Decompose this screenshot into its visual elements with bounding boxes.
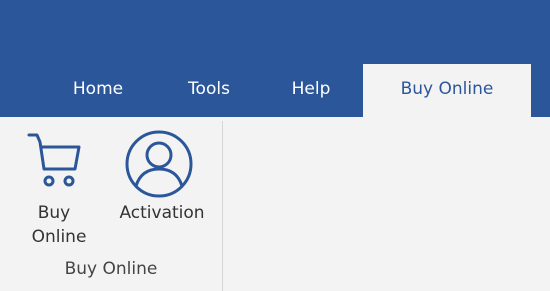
activation-button[interactable]: Activation [112, 117, 220, 255]
app-window: Home Tools Help Buy Online Buy Online Ac… [0, 0, 550, 291]
ribbon-group-label: Buy Online [64, 259, 158, 279]
buy-online-button-label-line2: Online [31, 227, 87, 247]
ribbon-tab-bar: Home Tools Help Buy Online [0, 61, 550, 120]
ribbon-group-buy-online: Buy Online Activation Buy Online [0, 117, 222, 291]
activation-button-label: Activation [119, 203, 205, 223]
user-circle-icon [125, 130, 193, 198]
shopping-cart-icon [27, 133, 81, 187]
buy-online-button-label-line1: Buy [37, 203, 71, 223]
ribbon-panel: Buy Online Activation Buy Online [0, 117, 550, 291]
tab-buy-online[interactable]: Buy Online [363, 64, 531, 120]
buy-online-button[interactable]: Buy Online [14, 117, 94, 255]
title-bar [0, 0, 550, 61]
tab-home[interactable]: Home [43, 61, 153, 117]
ribbon-group-separator [222, 121, 223, 291]
tab-tools[interactable]: Tools [166, 61, 252, 117]
tab-help[interactable]: Help [269, 61, 353, 117]
